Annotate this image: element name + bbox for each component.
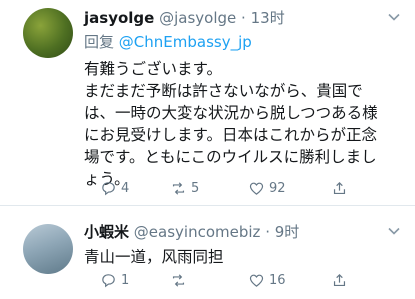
reply-count: 4 xyxy=(121,181,130,196)
like-button[interactable]: 92 xyxy=(248,180,286,197)
tweet[interactable]: jasyolge @jasyolge · 13时 回复 @ChnEmbassy_… xyxy=(0,0,415,206)
action-bar: 4 5 92 xyxy=(84,180,400,200)
tweet-text-line: にお見受けします。日本はこれからが正念 xyxy=(84,126,377,144)
tweet-text-line: 場です。ともにこのウイルスに勝利しまし xyxy=(84,148,377,166)
like-count: 16 xyxy=(269,273,286,288)
reply-icon xyxy=(102,182,115,196)
share-icon xyxy=(333,273,346,287)
reply-context: 回复 @ChnEmbassy_jp xyxy=(84,32,252,52)
avatar[interactable] xyxy=(23,8,73,58)
tweet[interactable]: 小蝦米 @easyincomebiz · 9时 青山一道，风雨同担 1 16 xyxy=(0,206,415,299)
tweet-text-line: は、一時の大変な状況から脱しつつある様 xyxy=(84,104,378,122)
timestamp[interactable]: 9时 xyxy=(275,223,300,241)
user-handle[interactable]: @jasyolge xyxy=(159,9,236,27)
retweet-count: 5 xyxy=(191,181,200,196)
like-count: 92 xyxy=(269,181,286,196)
like-button[interactable]: 16 xyxy=(248,272,286,289)
retweet-button[interactable]: 5 xyxy=(170,180,199,197)
like-icon xyxy=(249,182,264,195)
tweet-text-line: 有難うございます。 xyxy=(84,60,222,78)
display-name[interactable]: 小蝦米 xyxy=(84,223,129,241)
reply-label: 回复 xyxy=(84,33,115,51)
action-bar: 1 16 xyxy=(84,272,400,292)
chevron-down-icon[interactable] xyxy=(387,10,401,24)
retweet-icon xyxy=(172,274,185,287)
tweet-text-line: 青山一道，风雨同担 xyxy=(84,248,224,266)
share-icon xyxy=(333,181,346,195)
retweet-icon xyxy=(172,182,185,195)
timestamp[interactable]: 13时 xyxy=(251,9,285,27)
tweet-text-line: まだまだ予断は許さないながら、貴国で xyxy=(84,82,363,100)
reply-button[interactable]: 4 xyxy=(100,180,129,197)
reply-button[interactable]: 1 xyxy=(100,272,129,289)
share-button[interactable] xyxy=(331,272,348,289)
retweet-button[interactable] xyxy=(170,272,191,289)
tweet-text: 青山一道，风雨同担 xyxy=(84,246,400,268)
tweet-header: jasyolge @jasyolge · 13时 xyxy=(84,8,285,28)
reply-to-handle[interactable]: @ChnEmbassy_jp xyxy=(119,33,252,51)
reply-icon xyxy=(102,274,115,288)
tweet-header: 小蝦米 @easyincomebiz · 9时 xyxy=(84,222,299,242)
chevron-down-icon[interactable] xyxy=(387,224,401,238)
display-name[interactable]: jasyolge xyxy=(84,9,154,27)
reply-count: 1 xyxy=(121,273,130,288)
separator-dot: · xyxy=(265,223,270,241)
separator-dot: · xyxy=(241,9,246,27)
like-icon xyxy=(249,274,264,287)
avatar[interactable] xyxy=(23,224,73,274)
user-handle[interactable]: @easyincomebiz xyxy=(134,223,261,241)
tweet-text: 有難うございます。 まだまだ予断は許さないながら、貴国で は、一時の大変な状況か… xyxy=(84,58,400,190)
share-button[interactable] xyxy=(331,180,348,197)
